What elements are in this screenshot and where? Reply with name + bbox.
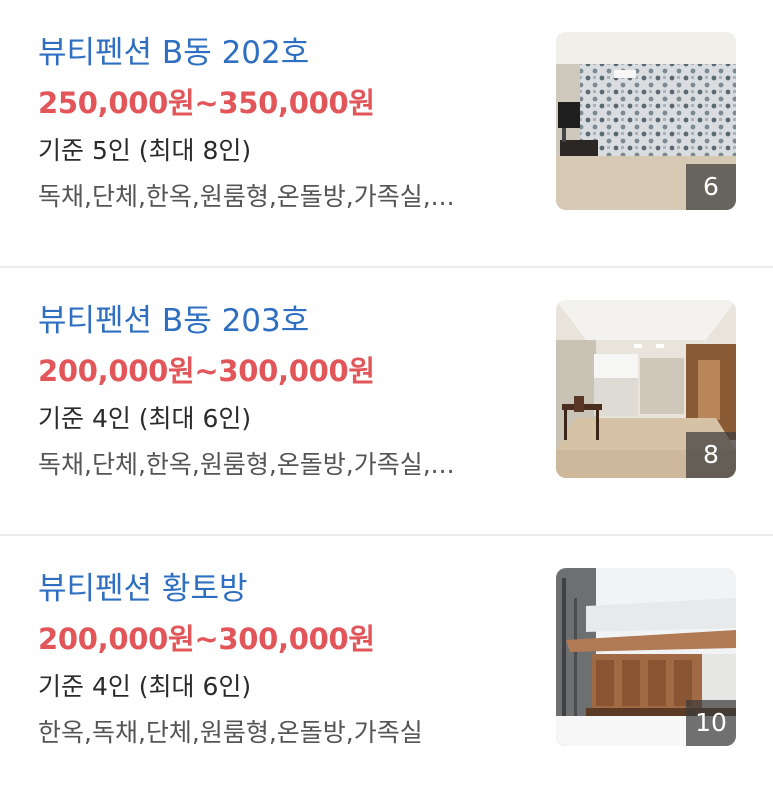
room-price: 200,000원~300,000원 xyxy=(38,622,375,656)
room-title[interactable]: 뷰티펜션 B동 203호 xyxy=(38,300,538,342)
photo-count-badge: 8 xyxy=(686,432,736,478)
room-thumbnail[interactable]: 8 xyxy=(556,300,736,478)
room-tags: 한옥,독채,단체,원룸형,온돌방,가족실 xyxy=(38,718,423,747)
room-title[interactable]: 뷰티펜션 황토방 xyxy=(38,568,538,610)
room-info: 뷰티펜션 B동 203호 200,000원~300,000원 기준 4인 (최대… xyxy=(38,300,538,482)
room-card[interactable]: 뷰티펜션 B동 202호 250,000원~350,000원 기준 5인 (최대… xyxy=(0,0,773,268)
room-info: 뷰티펜션 B동 202호 250,000원~350,000원 기준 5인 (최대… xyxy=(38,32,538,214)
room-card[interactable]: 뷰티펜션 B동 203호 200,000원~300,000원 기준 4인 (최대… xyxy=(0,268,773,536)
room-tags: 독채,단체,한옥,원룸형,온돌방,가족실,... xyxy=(38,450,455,479)
room-thumbnail[interactable]: 10 xyxy=(556,568,736,746)
room-list: 뷰티펜션 B동 202호 250,000원~350,000원 기준 5인 (최대… xyxy=(0,0,773,788)
room-thumbnail[interactable]: 6 xyxy=(556,32,736,210)
room-capacity: 기준 4인 (최대 6인) xyxy=(38,672,252,701)
room-capacity: 기준 4인 (최대 6인) xyxy=(38,404,252,433)
room-price: 250,000원~350,000원 xyxy=(38,86,375,120)
room-tags: 독채,단체,한옥,원룸형,온돌방,가족실,... xyxy=(38,182,455,211)
photo-count-badge: 6 xyxy=(686,164,736,210)
room-price: 200,000원~300,000원 xyxy=(38,354,375,388)
room-capacity: 기준 5인 (최대 8인) xyxy=(38,136,252,165)
room-info: 뷰티펜션 황토방 200,000원~300,000원 기준 4인 (최대 6인)… xyxy=(38,568,538,750)
photo-count-badge: 10 xyxy=(686,700,736,746)
room-title[interactable]: 뷰티펜션 B동 202호 xyxy=(38,32,538,74)
room-card[interactable]: 뷰티펜션 황토방 200,000원~300,000원 기준 4인 (최대 6인)… xyxy=(0,536,773,788)
